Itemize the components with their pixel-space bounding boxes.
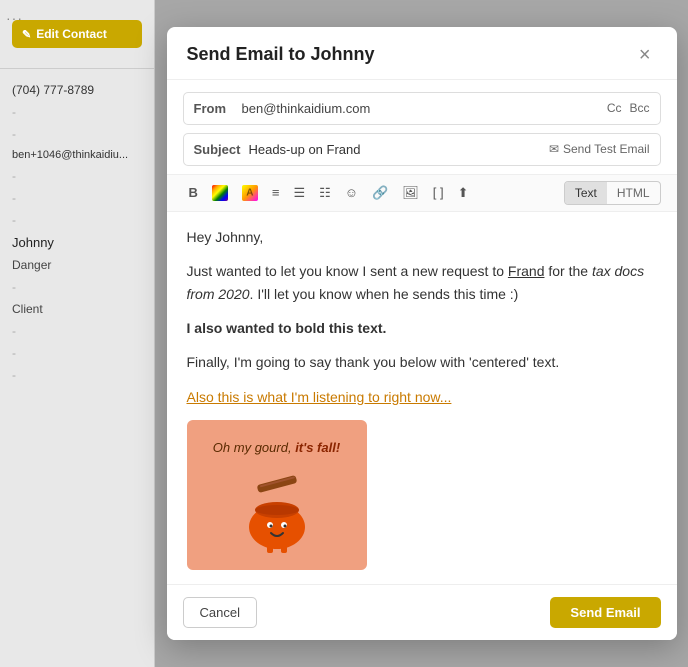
subject-row: Subject Heads-up on Frand ✉ Send Test Em… (183, 133, 661, 166)
frand-link[interactable]: Frand (508, 263, 545, 279)
image-button[interactable]: 🖼 (396, 181, 425, 205)
text-view-button[interactable]: Text (565, 182, 607, 204)
upload-button[interactable]: ⬆ (452, 181, 475, 205)
sidebar-divider (0, 68, 154, 69)
numbered-list-icon: ☷ (319, 185, 331, 201)
image-icon: 🖼 (402, 185, 419, 201)
email-fields: From ben@thinkaidium.com Cc Bcc Subject … (167, 80, 677, 174)
link-paragraph: Also this is what I'm listening to right… (187, 386, 657, 408)
sidebar-dash-8: - (0, 342, 154, 364)
sidebar-type: Client (0, 298, 154, 320)
bold-button[interactable]: B (183, 181, 204, 204)
sidebar-top: ✎ Edit Contact (0, 10, 154, 63)
email-body[interactable]: Hey Johnny, Just wanted to let you know … (167, 212, 677, 584)
color-icon (212, 185, 228, 201)
sidebar-dash-5: - (0, 209, 154, 231)
from-label: From (194, 101, 234, 116)
bullet-list-button[interactable]: ☰ (287, 181, 311, 205)
subject-value[interactable]: Heads-up on Frand (248, 142, 548, 157)
from-row: From ben@thinkaidium.com Cc Bcc (183, 92, 661, 125)
editor-toolbar: B ≡ ☰ ☷ (167, 174, 677, 212)
bullet-icon: ☰ (293, 185, 305, 201)
align-icon: ≡ (272, 185, 280, 200)
modal-header: Send Email to Johnny × (167, 27, 677, 80)
sidebar: ··· ✎ Edit Contact (704) 777-8789 - - be… (0, 0, 155, 667)
send-test-button[interactable]: ✉ Send Test Email (549, 142, 650, 156)
bold-icon: B (189, 185, 198, 200)
para1-pre: Just wanted to let you know I sent a new… (187, 263, 508, 279)
sidebar-dash-6: - (0, 276, 154, 298)
html-view-button[interactable]: HTML (607, 182, 660, 204)
close-button[interactable]: × (633, 43, 657, 67)
paragraph-3: Finally, I'm going to say thank you belo… (187, 351, 657, 373)
upload-icon: ⬆ (458, 185, 469, 201)
page-wrapper: ··· ✎ Edit Contact (704) 777-8789 - - be… (0, 0, 688, 667)
edit-contact-button[interactable]: ✎ Edit Contact (12, 20, 142, 48)
cc-button[interactable]: Cc (607, 101, 622, 115)
edit-contact-label: Edit Contact (36, 27, 107, 41)
inline-image: Oh my gourd, it's fall! (187, 420, 367, 570)
modal-title: Send Email to Johnny (187, 44, 375, 65)
color-button[interactable] (206, 181, 234, 205)
send-email-modal: Send Email to Johnny × From ben@thinkaid… (167, 27, 677, 640)
gourd-text-1: Oh my gourd, (213, 440, 292, 455)
para1-post: . I'll let you know when he sends this t… (250, 286, 519, 302)
sidebar-last-name: Danger (0, 254, 154, 276)
modal-footer: Cancel Send Email (167, 584, 677, 640)
sidebar-dash-4: - (0, 187, 154, 209)
sidebar-first-name: Johnny (0, 231, 154, 254)
pencil-icon: ✎ (22, 28, 31, 41)
sidebar-dash-1: - (0, 101, 154, 123)
subject-label: Subject (194, 142, 241, 157)
send-icon: ✉ (549, 142, 559, 156)
gourd-svg (227, 455, 327, 555)
send-test-label: Send Test Email (563, 142, 650, 156)
bracket-button[interactable]: [ ] (427, 181, 450, 204)
ordered-list-button[interactable]: ☷ (313, 181, 337, 205)
sidebar-dots: ··· (6, 10, 23, 26)
from-value: ben@thinkaidium.com (242, 101, 607, 116)
main-content: Send Email to Johnny × From ben@thinkaid… (155, 0, 688, 667)
cc-bcc-group: Cc Bcc (607, 101, 650, 115)
sidebar-phone: (704) 777-8789 (0, 79, 154, 101)
sidebar-dash-3: - (0, 165, 154, 187)
sidebar-email: ben+1046@thinkaidiu... (0, 145, 154, 165)
modal-overlay: Send Email to Johnny × From ben@thinkaid… (155, 0, 688, 667)
highlight-button[interactable] (236, 181, 264, 205)
sidebar-dash-7: - (0, 320, 154, 342)
send-email-button[interactable]: Send Email (550, 597, 660, 628)
gourd-text-2: it's fall! (295, 440, 340, 455)
emoji-icon: ☺ (345, 185, 358, 200)
view-toggle: Text HTML (564, 181, 661, 205)
paragraph-1: Just wanted to let you know I sent a new… (187, 260, 657, 305)
link-button[interactable]: 🔗 (366, 181, 394, 205)
bcc-button[interactable]: Bcc (629, 101, 649, 115)
gourd-caption: Oh my gourd, it's fall! (187, 438, 367, 459)
para1-mid: for the (544, 263, 591, 279)
listening-link[interactable]: Also this is what I'm listening to right… (187, 389, 452, 405)
link-icon: 🔗 (372, 185, 388, 201)
bold-text: I also wanted to bold this text. (187, 320, 387, 336)
emoji-button[interactable]: ☺ (339, 181, 364, 204)
bracket-icon: [ ] (433, 185, 444, 200)
greeting-text: Hey Johnny, (187, 226, 657, 248)
align-button[interactable]: ≡ (266, 181, 286, 204)
paragraph-2: I also wanted to bold this text. (187, 317, 657, 339)
sidebar-dash-2: - (0, 123, 154, 145)
cancel-button[interactable]: Cancel (183, 597, 257, 628)
sidebar-dash-9: - (0, 364, 154, 386)
highlight-icon (242, 185, 258, 201)
